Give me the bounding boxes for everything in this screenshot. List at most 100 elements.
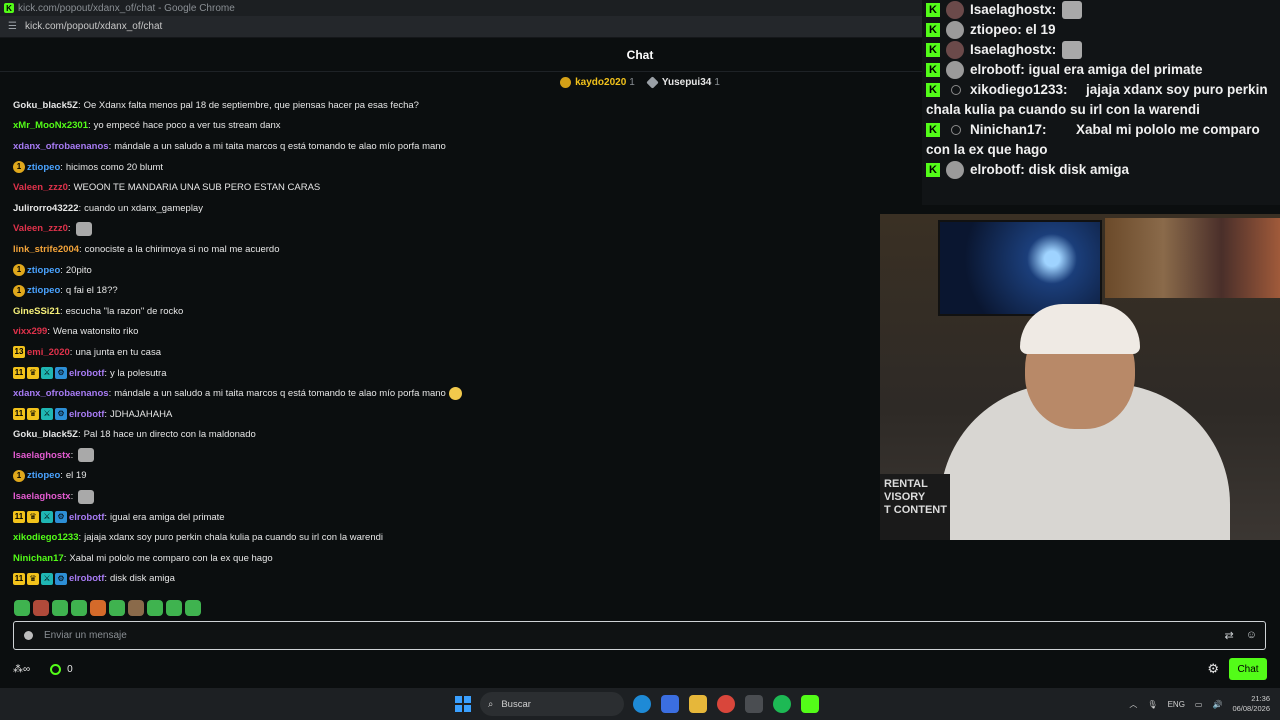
volume-icon[interactable]: 🔊 <box>1212 700 1222 709</box>
chat-username[interactable]: xMr_MooNx2301 <box>13 120 88 131</box>
chat-username[interactable]: elrobotf <box>69 409 104 420</box>
default-avatar-icon <box>951 85 961 95</box>
chat-username[interactable]: Goku_black5Z <box>13 100 78 111</box>
chat-username[interactable]: xdanx_ofrobaenanos <box>13 141 109 152</box>
emoji-picker-icon[interactable]: ☺ <box>1246 629 1257 642</box>
laughing-emoji-icon <box>448 387 462 401</box>
quick-emote-icon[interactable] <box>52 600 68 616</box>
quick-emote-icon[interactable] <box>109 600 125 616</box>
subscriber-badge-icon: 11 <box>13 572 25 585</box>
chat-username[interactable]: elrobotf <box>69 512 104 523</box>
language-indicator[interactable]: ENG <box>1168 700 1185 709</box>
file-explorer-icon[interactable] <box>689 695 707 713</box>
chat-username[interactable]: Julirorro43222 <box>13 203 78 214</box>
message-separator: : <box>78 532 82 544</box>
quick-actions-icon[interactable]: ⁂∞ <box>13 664 30 675</box>
recording-app-icon[interactable] <box>745 695 763 713</box>
network-icon[interactable]: ▭ <box>1195 700 1203 709</box>
chat-message: Goku_black5Z: Oe Xdanx falta menos pal 18… <box>13 95 873 116</box>
windows-start-icon[interactable] <box>455 696 471 712</box>
taskbar-search[interactable]: ⌕ Buscar <box>480 692 624 716</box>
chat-username[interactable]: Isaelaghostx <box>13 491 71 502</box>
chat-username[interactable]: elrobotf <box>69 368 104 379</box>
cat-emote-icon <box>78 489 95 504</box>
chrome-icon[interactable] <box>717 695 735 713</box>
clock[interactable]: 21:36 06/08/2026 <box>1232 694 1270 714</box>
overlay-separator: : <box>1020 162 1029 177</box>
chat-username[interactable]: GineSSi21 <box>13 306 60 317</box>
user-avatar <box>946 161 964 179</box>
kick-logo-icon: K <box>926 83 940 97</box>
user-avatar <box>946 41 964 59</box>
message-input-box[interactable]: ⇄ ☺ <box>13 621 1266 650</box>
quick-emote-icon[interactable] <box>128 600 144 616</box>
chat-message: 11 ♛ ⚔ ⚙ elrobotf: JDHAJAHAHA <box>13 404 873 425</box>
message-separator: : <box>67 223 71 235</box>
kick-app-icon[interactable] <box>801 695 819 713</box>
message-input[interactable] <box>44 630 1144 641</box>
url-text[interactable]: kick.com/popout/xdanx_of/chat <box>25 21 162 32</box>
chat-username[interactable]: ztiopeo <box>27 265 60 276</box>
quick-emote-icon[interactable] <box>14 600 30 616</box>
message-separator: : <box>77 99 81 111</box>
overlay-username: ztiopeo <box>970 22 1018 37</box>
overlay-username: elrobotf <box>970 162 1021 177</box>
quick-emote-icon[interactable] <box>166 600 182 616</box>
chat-username[interactable]: ztiopeo <box>27 285 60 296</box>
kick-logo-icon: K <box>926 123 940 137</box>
message-text: 20pito <box>65 264 92 276</box>
message-text: Oe Xdanx falta menos pal 18 de septiembr… <box>83 99 419 111</box>
chat-username[interactable]: emi_2020 <box>27 347 70 358</box>
user-avatar <box>946 1 964 19</box>
quick-emote-icon[interactable] <box>90 600 106 616</box>
overlay-username: Ninichan17 <box>970 122 1043 137</box>
gifter-badge-icon: 1 <box>13 284 25 297</box>
chat-message: Julirorro43222: cuando un xdanx_gameplay <box>13 198 873 219</box>
message-text: cuando un xdanx_gameplay <box>84 202 203 214</box>
mic-icon[interactable]: 🎙 <box>1147 700 1157 709</box>
tray-chevron-icon[interactable]: ︿ <box>1129 699 1137 710</box>
chat-username[interactable]: elrobotf <box>69 573 104 584</box>
chat-username[interactable]: xikodiego1233 <box>13 532 78 543</box>
site-info-icon[interactable]: ☰ <box>8 21 18 32</box>
message-text: mándale a un saludo a mi taita marcos q … <box>114 388 446 400</box>
spotify-icon[interactable] <box>773 695 791 713</box>
message-separator: : <box>60 161 63 173</box>
chat-username[interactable]: Ninichan17 <box>13 553 64 564</box>
message-separator: : <box>108 388 112 400</box>
translate-icon[interactable]: ⇄ <box>1225 629 1234 642</box>
gifter-count: 1 <box>714 76 720 88</box>
send-chat-button[interactable]: Chat <box>1229 658 1267 680</box>
edge-icon[interactable] <box>633 695 651 713</box>
gold-badge-icon <box>560 76 572 88</box>
chat-username[interactable]: Valeen_zzz0 <box>13 182 68 193</box>
top-gifter[interactable]: kaydo2020 1 <box>560 76 635 88</box>
chat-bottom-bar: ⁂∞ 0 ⚙ Chat <box>13 657 1267 681</box>
quick-emote-icon[interactable] <box>71 600 87 616</box>
message-separator: : <box>67 182 71 194</box>
chat-username[interactable]: Valeen_zzz0 <box>13 223 68 234</box>
overlay-message-text: el 19 <box>1025 22 1056 37</box>
wall-posters <box>1105 218 1280 298</box>
chat-username[interactable]: link_strife2004 <box>13 244 79 255</box>
chat-message: 11 ♛ ⚔ ⚙ elrobotf: disk disk amiga <box>13 569 873 590</box>
chat-username[interactable]: Goku_black5Z <box>13 429 78 440</box>
quick-emote-icon[interactable] <box>147 600 163 616</box>
chat-username[interactable]: vixx299 <box>13 326 47 337</box>
overlay-message: K Isaelaghostx: <box>922 0 1280 20</box>
chat-username[interactable]: ztiopeo <box>27 470 60 481</box>
quick-emote-icon[interactable] <box>185 600 201 616</box>
quick-emote-icon[interactable] <box>33 600 49 616</box>
chat-username[interactable]: xdanx_ofrobaenanos <box>13 388 109 399</box>
top-gifter[interactable]: Yusepui34 1 <box>646 75 720 89</box>
store-icon[interactable] <box>661 695 679 713</box>
cat-emote-icon <box>1062 41 1083 59</box>
channel-points[interactable]: 0 <box>50 663 73 675</box>
chat-message: xdanx_ofrobaenanos: mándale a un saludo a… <box>13 383 873 404</box>
chat-username[interactable]: ztiopeo <box>27 162 60 173</box>
chat-username[interactable]: Isaelaghostx <box>13 450 71 461</box>
settings-gear-icon[interactable]: ⚙ <box>1207 661 1219 677</box>
overlay-message-text: disk disk amiga <box>1028 162 1130 177</box>
subscriber-badge-icon: 11 <box>13 511 25 524</box>
chat-message: link_strife2004: conociste a la chirimoya… <box>13 239 873 260</box>
